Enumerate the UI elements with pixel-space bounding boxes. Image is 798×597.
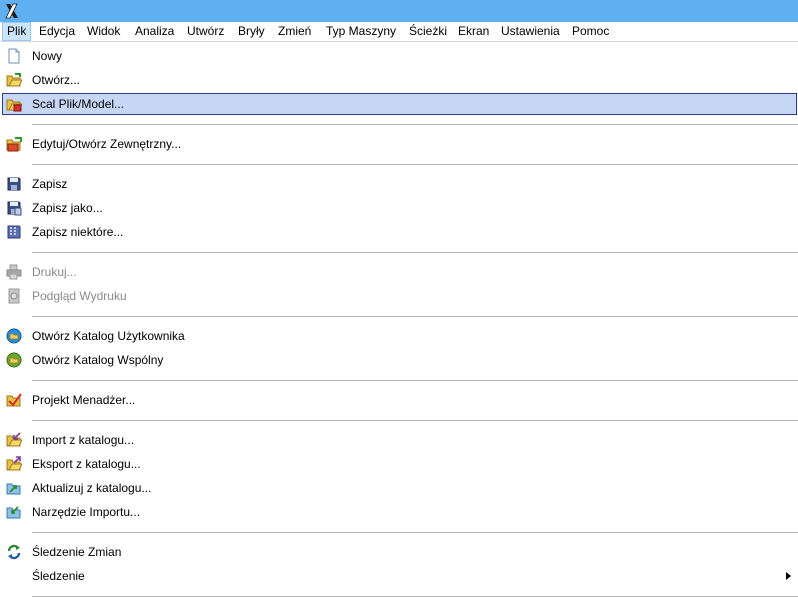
edit-external-icon [6, 137, 22, 152]
menu-ustawienia[interactable]: Ustawienia [497, 22, 564, 41]
menu-separator [32, 532, 798, 533]
print-preview-icon [8, 288, 20, 304]
export-icon [6, 456, 22, 471]
menu-plik[interactable]: Plik [2, 22, 32, 41]
menu-item-drukuj: Drukuj... [2, 261, 797, 283]
save-as-icon [7, 201, 22, 216]
menu-item-label: Edytuj/Otwórz Zewnętrzny... [32, 137, 182, 151]
menu-separator [32, 164, 798, 165]
project-manager-icon [6, 393, 22, 407]
menu-separator [32, 380, 798, 381]
menu-item-label: Aktualizuj z katalogu... [32, 481, 152, 495]
menu-item-label: Podgląd Wydruku [32, 289, 127, 303]
menu-analiza[interactable]: Analiza [131, 22, 178, 41]
open-folder-icon [6, 73, 22, 87]
menu-item-eksport-z-katalogu[interactable]: Eksport z katalogu... [2, 453, 797, 475]
menu-item-label: Projekt Menadżer... [32, 393, 136, 407]
menu-item-scal[interactable]: Scal Plik/Model... [2, 93, 797, 115]
menu-ekran[interactable]: Ekran [454, 22, 493, 41]
import-tool-icon [6, 506, 21, 519]
submenu-arrow-icon [786, 572, 791, 580]
menu-item-sledzenie[interactable]: Śledzenie [2, 565, 797, 587]
menu-bar: Plik Edycja Widok Analiza Utwórz Bryły Z… [0, 22, 798, 42]
menu-pomoc[interactable]: Pomoc [568, 22, 613, 41]
app-logo-icon[interactable] [3, 2, 21, 20]
menu-item-label: Nowy [32, 49, 63, 63]
menu-item-otworz[interactable]: Otwórz... [2, 69, 797, 91]
menu-item-projekt-menadzer[interactable]: Projekt Menadżer... [2, 389, 797, 411]
menu-item-aktualizuj-z-katalogu[interactable]: Aktualizuj z katalogu... [2, 477, 797, 499]
menu-item-label: Zapisz niektóre... [32, 225, 124, 239]
user-folder-icon [6, 328, 22, 344]
menu-item-label: Śledzenie Zmian [32, 545, 122, 559]
menu-item-podglad-wydruku: Podgląd Wydruku [2, 285, 797, 307]
menu-item-narzedzie-importu[interactable]: Narzędzie Importu... [2, 501, 797, 523]
menu-separator [32, 124, 798, 125]
menu-separator [32, 252, 798, 253]
menu-edycja[interactable]: Edycja [35, 22, 79, 41]
title-bar [0, 0, 798, 22]
menu-item-zapisz[interactable]: Zapisz [2, 173, 797, 195]
menu-widok[interactable]: Widok [83, 22, 124, 41]
menu-item-label: Otwórz Katalog Wspólny [32, 353, 164, 367]
menu-item-katalog-wspolny[interactable]: Otwórz Katalog Wspólny [2, 349, 797, 371]
print-icon [6, 264, 22, 280]
menu-item-label: Narzędzie Importu... [32, 505, 141, 519]
menu-item-katalog-uzytkownika[interactable]: Otwórz Katalog Użytkownika [2, 325, 797, 347]
menu-item-sledzenie-zmian[interactable]: Śledzenie Zmian [2, 541, 797, 563]
menu-item-zapisz-jako[interactable]: Zapisz jako... [2, 197, 797, 219]
menu-item-label: Zapisz jako... [32, 201, 103, 215]
shared-folder-icon [6, 352, 22, 368]
menu-item-label: Śledzenie [32, 569, 85, 583]
save-icon [7, 177, 21, 191]
menu-item-label: Eksport z katalogu... [32, 457, 141, 471]
menu-utworz[interactable]: Utwórz [183, 22, 228, 41]
update-icon [6, 483, 21, 495]
menu-typ-maszyny[interactable]: Typ Maszyny [322, 22, 400, 41]
import-icon [6, 432, 22, 447]
menu-item-label: Scal Plik/Model... [32, 97, 125, 111]
menu-item-nowy[interactable]: Nowy [2, 45, 797, 67]
menu-item-edytuj-zewnetrzny[interactable]: Edytuj/Otwórz Zewnętrzny... [2, 133, 797, 155]
menu-separator [32, 420, 798, 421]
file-menu-dropdown: Nowy Otwórz... Scal Plik/Model... Edytuj… [0, 42, 798, 597]
menu-separator [32, 316, 798, 317]
menu-item-label: Zapisz [32, 177, 68, 191]
menu-bryly[interactable]: Bryły [234, 22, 269, 41]
menu-item-zapisz-niektore[interactable]: Zapisz niektóre... [2, 221, 797, 243]
new-file-icon [8, 48, 20, 64]
track-changes-icon [7, 544, 21, 560]
menu-item-label: Import z katalogu... [32, 433, 135, 447]
menu-sciezki[interactable]: Ścieżki [405, 22, 451, 41]
menu-item-label: Otwórz Katalog Użytkownika [32, 329, 185, 343]
menu-zmien[interactable]: Zmień [274, 22, 315, 41]
merge-file-icon [6, 99, 22, 112]
menu-item-label: Otwórz... [32, 73, 81, 87]
menu-item-import-z-katalogu[interactable]: Import z katalogu... [2, 429, 797, 451]
save-some-icon [7, 225, 21, 239]
menu-item-label: Drukuj... [32, 265, 77, 279]
